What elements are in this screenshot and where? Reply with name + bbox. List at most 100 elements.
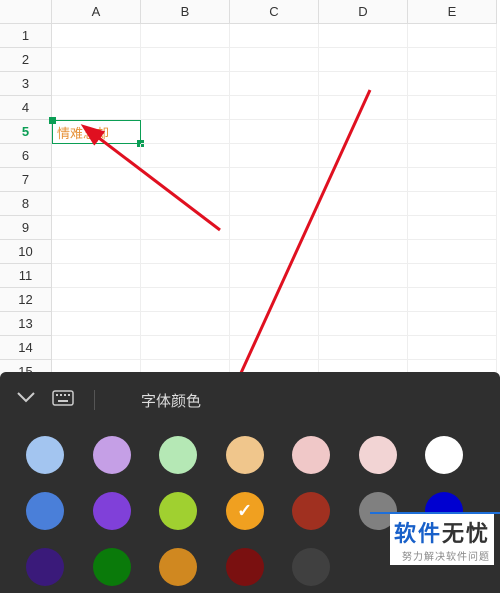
cell-C14[interactable] (230, 336, 319, 360)
cell-A6[interactable] (52, 144, 141, 168)
cell-D9[interactable] (319, 216, 408, 240)
cell-A9[interactable] (52, 216, 141, 240)
cell-E13[interactable] (408, 312, 497, 336)
row-header-5[interactable]: 5 (0, 120, 52, 144)
cell-E9[interactable] (408, 216, 497, 240)
cell-D11[interactable] (319, 264, 408, 288)
cell-C13[interactable] (230, 312, 319, 336)
cell-E1[interactable] (408, 24, 497, 48)
cell-C4[interactable] (230, 96, 319, 120)
cell-A3[interactable] (52, 72, 141, 96)
cell-A12[interactable] (52, 288, 141, 312)
cell-C5[interactable] (230, 120, 319, 144)
color-swatch-3[interactable] (226, 436, 264, 474)
cell-B12[interactable] (141, 288, 230, 312)
cell-C3[interactable] (230, 72, 319, 96)
color-swatch-17[interactable] (226, 548, 264, 586)
cell-A14[interactable] (52, 336, 141, 360)
cell-B4[interactable] (141, 96, 230, 120)
cell-E11[interactable] (408, 264, 497, 288)
row-header-7[interactable]: 7 (0, 168, 52, 192)
cell-B8[interactable] (141, 192, 230, 216)
color-swatch-9[interactable] (159, 492, 197, 530)
row-header-8[interactable]: 8 (0, 192, 52, 216)
cell-B13[interactable] (141, 312, 230, 336)
cell-E2[interactable] (408, 48, 497, 72)
cell-C12[interactable] (230, 288, 319, 312)
color-swatch-6[interactable] (425, 436, 463, 474)
cell-E5[interactable] (408, 120, 497, 144)
cell-A10[interactable] (52, 240, 141, 264)
cell-D3[interactable] (319, 72, 408, 96)
cell-C2[interactable] (230, 48, 319, 72)
color-swatch-1[interactable] (93, 436, 131, 474)
column-header-C[interactable]: C (230, 0, 319, 24)
color-swatch-7[interactable] (26, 492, 64, 530)
cell-E6[interactable] (408, 144, 497, 168)
row-header-14[interactable]: 14 (0, 336, 52, 360)
row-header-11[interactable]: 11 (0, 264, 52, 288)
row-header-3[interactable]: 3 (0, 72, 52, 96)
cell-A4[interactable] (52, 96, 141, 120)
row-header-1[interactable]: 1 (0, 24, 52, 48)
cell-D4[interactable] (319, 96, 408, 120)
cell-C8[interactable] (230, 192, 319, 216)
row-header-2[interactable]: 2 (0, 48, 52, 72)
color-swatch-18[interactable] (292, 548, 330, 586)
cell-B11[interactable] (141, 264, 230, 288)
color-swatch-0[interactable] (26, 436, 64, 474)
row-header-9[interactable]: 9 (0, 216, 52, 240)
color-swatch-16[interactable] (159, 548, 197, 586)
color-swatch-14[interactable] (26, 548, 64, 586)
cell-B7[interactable] (141, 168, 230, 192)
corner-cell[interactable] (0, 0, 52, 24)
cell-D1[interactable] (319, 24, 408, 48)
keyboard-icon[interactable] (52, 390, 74, 411)
cell-B9[interactable] (141, 216, 230, 240)
cell-D8[interactable] (319, 192, 408, 216)
cell-C9[interactable] (230, 216, 319, 240)
column-header-E[interactable]: E (408, 0, 497, 24)
collapse-icon[interactable] (16, 391, 36, 410)
color-swatch-15[interactable] (93, 548, 131, 586)
cell-D10[interactable] (319, 240, 408, 264)
cell-C7[interactable] (230, 168, 319, 192)
cell-A5[interactable]: 情难忘却 (52, 120, 141, 144)
cell-E14[interactable] (408, 336, 497, 360)
cell-B1[interactable] (141, 24, 230, 48)
cell-D12[interactable] (319, 288, 408, 312)
cell-C11[interactable] (230, 264, 319, 288)
color-swatch-4[interactable] (292, 436, 330, 474)
cell-A11[interactable] (52, 264, 141, 288)
row-header-10[interactable]: 10 (0, 240, 52, 264)
cell-E12[interactable] (408, 288, 497, 312)
row-header-12[interactable]: 12 (0, 288, 52, 312)
column-header-B[interactable]: B (141, 0, 230, 24)
cell-E3[interactable] (408, 72, 497, 96)
cell-A2[interactable] (52, 48, 141, 72)
cell-B10[interactable] (141, 240, 230, 264)
cell-C10[interactable] (230, 240, 319, 264)
cell-B5[interactable] (141, 120, 230, 144)
cell-C1[interactable] (230, 24, 319, 48)
column-header-A[interactable]: A (52, 0, 141, 24)
cell-E8[interactable] (408, 192, 497, 216)
cell-D14[interactable] (319, 336, 408, 360)
cell-D7[interactable] (319, 168, 408, 192)
cell-D2[interactable] (319, 48, 408, 72)
row-header-6[interactable]: 6 (0, 144, 52, 168)
cell-B3[interactable] (141, 72, 230, 96)
color-swatch-5[interactable] (359, 436, 397, 474)
row-header-4[interactable]: 4 (0, 96, 52, 120)
cell-D13[interactable] (319, 312, 408, 336)
cell-C6[interactable] (230, 144, 319, 168)
color-swatch-10[interactable] (226, 492, 264, 530)
cell-A8[interactable] (52, 192, 141, 216)
cell-A1[interactable] (52, 24, 141, 48)
color-swatch-11[interactable] (292, 492, 330, 530)
color-swatch-8[interactable] (93, 492, 131, 530)
column-header-D[interactable]: D (319, 0, 408, 24)
cell-A13[interactable] (52, 312, 141, 336)
cell-B6[interactable] (141, 144, 230, 168)
cell-A7[interactable] (52, 168, 141, 192)
